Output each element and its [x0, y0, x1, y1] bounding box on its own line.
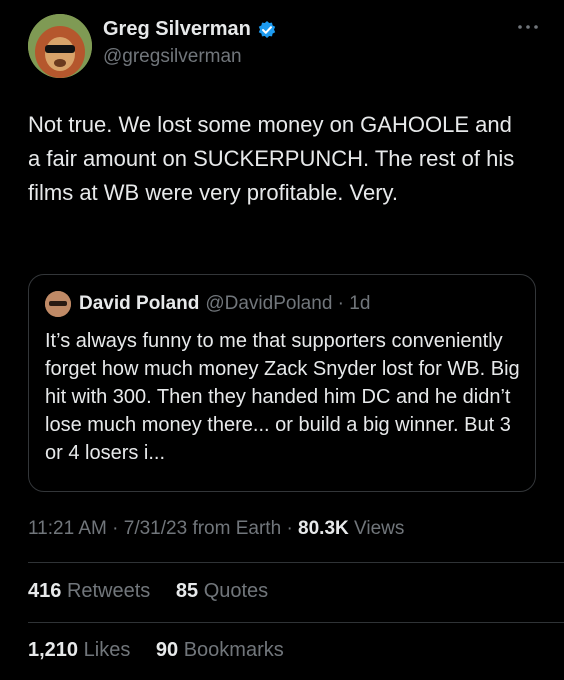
separator-dot: · — [112, 518, 124, 539]
quoted-author-name[interactable]: David Poland — [79, 293, 199, 315]
bookmarks-stat[interactable]: 90 Bookmarks — [156, 639, 294, 661]
bookmarks-count: 90 — [155, 639, 179, 661]
author-avatar[interactable] — [28, 14, 92, 78]
retweets-count: 416 — [28, 580, 62, 602]
views-count: 80.3K — [298, 518, 349, 539]
separator-dot: · — [332, 293, 350, 314]
quoted-tweet-text: It’s always funny to me that supporters … — [45, 330, 520, 464]
more-options-icon[interactable] — [516, 20, 540, 32]
retweets-label: Retweets — [66, 580, 151, 602]
divider — [28, 622, 564, 623]
retweet-quote-stats: 416 Retweets 85 Quotes — [28, 580, 288, 603]
tweet-source: from Earth — [192, 518, 282, 539]
retweets-stat[interactable]: 416 Retweets — [28, 580, 160, 602]
likes-stat[interactable]: 1,210 Likes — [28, 639, 140, 661]
likes-bookmarks-stats: 1,210 Likes 90 Bookmarks — [28, 639, 304, 662]
likes-count: 1,210 — [28, 639, 79, 661]
author-name-row: Greg Silverman — [103, 18, 277, 41]
quoted-author-avatar[interactable] — [45, 291, 71, 317]
separator-dot: · — [286, 518, 299, 539]
quotes-stat[interactable]: 85 Quotes — [176, 580, 278, 602]
quoted-tweet[interactable]: David Poland @DavidPoland · 1d It’s alwa… — [28, 274, 536, 492]
tweet-metadata: 11:21 AM · 7/31/23 from Earth · 80.3K Vi… — [28, 518, 404, 540]
verified-badge-icon — [257, 20, 277, 40]
quoted-author-handle[interactable]: @DavidPoland — [205, 293, 332, 315]
author-name[interactable]: Greg Silverman — [103, 18, 251, 41]
quotes-count: 85 — [175, 580, 199, 602]
tweet-text: Not true. We lost some money on GAHOOLE … — [28, 112, 515, 205]
quoted-tweet-age: 1d — [349, 293, 371, 314]
quoted-tweet-header: David Poland @DavidPoland · 1d — [45, 291, 370, 317]
tweet-date[interactable]: 7/31/23 — [124, 518, 187, 539]
author-handle[interactable]: @gregsilverman — [103, 46, 242, 68]
tweet-time[interactable]: 11:21 AM — [28, 518, 107, 539]
quotes-label: Quotes — [203, 580, 269, 602]
bookmarks-label: Bookmarks — [183, 639, 284, 661]
likes-label: Likes — [83, 639, 131, 661]
divider — [28, 562, 564, 563]
tweet-header: Greg Silverman @gregsilverman — [28, 14, 540, 78]
views-label: Views — [354, 518, 405, 539]
